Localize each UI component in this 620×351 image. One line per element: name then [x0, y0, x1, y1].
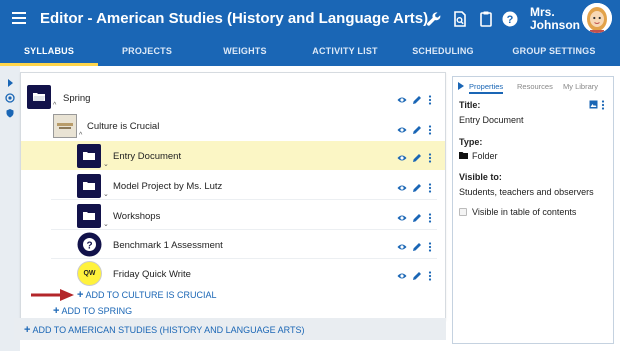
avatar[interactable]	[582, 3, 612, 33]
edit-pencil-icon[interactable]	[412, 92, 422, 104]
tree-item-label: Entry Document	[113, 151, 182, 162]
tree-row-spring[interactable]: ^ Spring	[21, 83, 445, 112]
thumbnail-icon	[53, 114, 77, 138]
kebab-menu-icon[interactable]	[428, 92, 432, 105]
toc-label: Visible in table of contents	[472, 207, 577, 217]
edit-pencil-icon[interactable]	[412, 268, 422, 280]
visibility-eye-icon[interactable]	[397, 210, 407, 221]
expand-arrow-icon[interactable]	[5, 78, 15, 88]
folder-icon	[77, 204, 101, 228]
tree-item-label: Model Project by Ms. Lutz	[113, 181, 223, 192]
shield-icon[interactable]	[5, 108, 15, 118]
target-icon[interactable]	[5, 93, 15, 103]
visibility-eye-icon[interactable]	[397, 92, 407, 103]
visibility-eye-icon[interactable]	[397, 150, 407, 161]
tree-row-culture[interactable]: ^ Culture is Crucial	[21, 113, 445, 142]
kebab-menu-icon[interactable]	[428, 268, 432, 281]
tab-my-library[interactable]: My Library	[563, 82, 598, 91]
page-title: Editor - American Studies (History and L…	[40, 10, 429, 27]
add-to-course-link[interactable]: + ADD TO AMERICAN STUDIES (HISTORY AND LA…	[24, 324, 305, 336]
kebab-menu-icon[interactable]	[428, 180, 432, 193]
tree-row-workshops[interactable]: ⌄ Workshops	[21, 201, 445, 230]
tree-item-label: Workshops	[113, 211, 161, 222]
collapse-caret-icon[interactable]: ^	[53, 102, 56, 109]
folder-icon	[77, 174, 101, 198]
properties-panel: Properties Resources My Library Title: E…	[452, 76, 614, 344]
tab-projects[interactable]: PROJECTS	[100, 38, 194, 66]
title-value: Entry Document	[459, 115, 524, 125]
tree-row-quick-write[interactable]: QW Friday Quick Write	[21, 259, 445, 288]
type-label: Type:	[459, 137, 483, 147]
visible-label: Visible to:	[459, 172, 502, 182]
kebab-menu-icon[interactable]	[428, 122, 432, 135]
tree-item-label: Spring	[63, 93, 91, 104]
tree-item-label: Culture is Crucial	[87, 121, 160, 132]
search-doc-icon[interactable]	[450, 9, 470, 29]
collapse-arrow-icon[interactable]	[458, 82, 464, 90]
expand-caret-icon[interactable]: ⌄	[103, 190, 109, 198]
tree-row-model-project[interactable]: ⌄ Model Project by Ms. Lutz	[21, 171, 445, 200]
title-label: Title:	[459, 100, 481, 110]
tab-resources[interactable]: Resources	[517, 82, 553, 91]
svg-text:?: ?	[86, 240, 92, 251]
folder-icon	[77, 144, 101, 168]
clipboard-icon[interactable]	[476, 9, 496, 29]
kebab-menu-icon[interactable]	[601, 100, 605, 110]
syllabus-tree: ^ Spring ^ Culture is Crucial ⌄ Entry Do…	[20, 72, 446, 320]
tree-item-label: Benchmark 1 Assessment	[113, 240, 223, 251]
add-to-spring-link[interactable]: + ADD TO SPRING	[53, 305, 132, 317]
tree-row-benchmark[interactable]: ? Benchmark 1 Assessment	[21, 230, 445, 259]
visibility-eye-icon[interactable]	[397, 268, 407, 279]
wrench-icon[interactable]	[424, 9, 444, 29]
edit-pencil-icon[interactable]	[412, 180, 422, 192]
edit-pencil-icon[interactable]	[412, 150, 422, 162]
kebab-menu-icon[interactable]	[428, 210, 432, 223]
folder-icon	[459, 152, 468, 159]
image-icon[interactable]	[589, 100, 598, 109]
type-value: Folder	[472, 151, 498, 161]
expand-caret-icon[interactable]: ⌄	[103, 220, 109, 228]
kebab-menu-icon[interactable]	[428, 239, 432, 252]
edit-pencil-icon[interactable]	[412, 122, 422, 134]
kebab-menu-icon[interactable]	[428, 150, 432, 163]
folder-open-icon	[27, 85, 51, 109]
tree-row-entry-document[interactable]: ⌄ Entry Document	[21, 141, 445, 170]
toc-checkbox[interactable]	[459, 208, 467, 216]
help-icon[interactable]: ?	[500, 9, 520, 29]
add-to-culture-link[interactable]: + ADD TO CULTURE IS CRUCIAL	[77, 289, 216, 301]
tab-bar: SYLLABUS PROJECTS WEIGHTS ACTIVITY LIST …	[0, 38, 620, 66]
annotation-arrow-icon	[31, 289, 74, 301]
question-icon: ?	[77, 232, 102, 257]
svg-text:?: ?	[507, 14, 514, 26]
bottom-strip: + ADD TO AMERICAN STUDIES (HISTORY AND LA…	[14, 318, 446, 340]
tab-scheduling[interactable]: SCHEDULING	[396, 38, 490, 66]
edit-pencil-icon[interactable]	[412, 210, 422, 222]
visibility-eye-icon[interactable]	[397, 180, 407, 191]
collapse-caret-icon[interactable]: ^	[79, 132, 82, 139]
top-bar: Editor - American Studies (History and L…	[0, 0, 620, 38]
visibility-eye-icon[interactable]	[397, 239, 407, 250]
tab-properties[interactable]: Properties	[469, 82, 504, 94]
left-rail	[0, 66, 20, 351]
tab-group-settings[interactable]: GROUP SETTINGS	[496, 38, 612, 66]
tab-activity-list[interactable]: ACTIVITY LIST	[298, 38, 392, 66]
visible-value: Students, teachers and observers	[459, 187, 594, 197]
tab-weights[interactable]: WEIGHTS	[198, 38, 292, 66]
visibility-eye-icon[interactable]	[397, 122, 407, 133]
edit-pencil-icon[interactable]	[412, 239, 422, 251]
expand-caret-icon[interactable]: ⌄	[103, 160, 109, 168]
menu-icon[interactable]	[12, 12, 26, 24]
tree-item-label: Friday Quick Write	[113, 269, 191, 280]
qw-icon: QW	[77, 261, 102, 286]
user-name[interactable]: Mrs. Johnson	[530, 6, 582, 32]
tab-syllabus[interactable]: SYLLABUS	[0, 38, 98, 66]
